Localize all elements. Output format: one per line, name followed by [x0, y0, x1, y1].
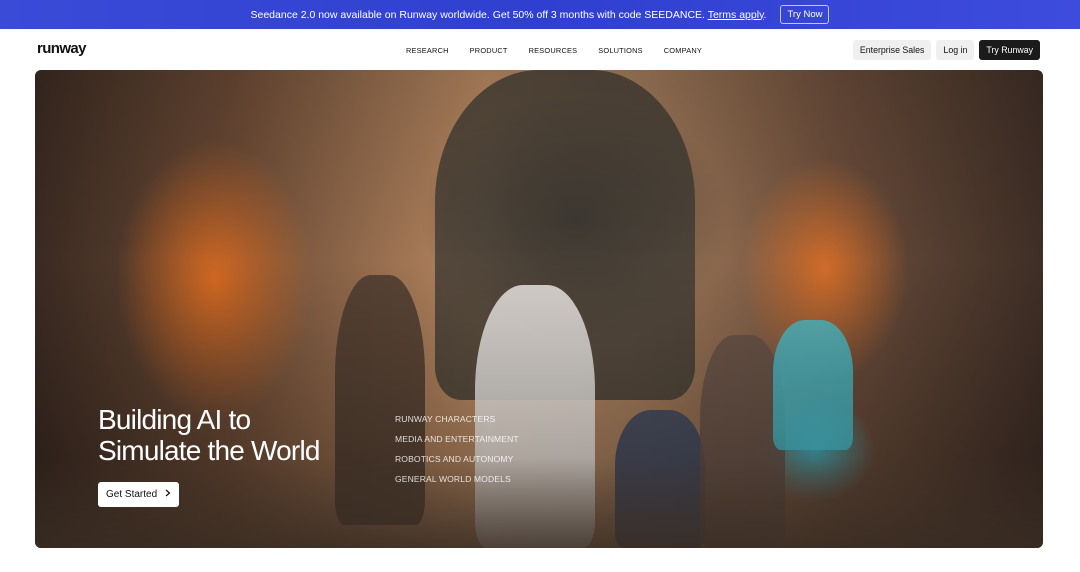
hero-links: RUNWAY CHARACTERS MEDIA AND ENTERTAINMEN…	[395, 414, 519, 484]
menu-item-solutions[interactable]: SOLUTIONS	[598, 46, 643, 55]
main-menu: RESEARCH PRODUCT RESOURCES SOLUTIONS COM…	[406, 46, 702, 55]
menu-item-resources[interactable]: RESOURCES	[529, 46, 578, 55]
headline-line-2: Simulate the World	[98, 435, 320, 466]
link-robotics-autonomy[interactable]: ROBOTICS AND AUTONOMY	[395, 454, 519, 464]
link-runway-characters[interactable]: RUNWAY CHARACTERS	[395, 414, 519, 424]
announcement-bar: Seedance 2.0 now available on Runway wor…	[0, 0, 1080, 29]
link-media-entertainment[interactable]: MEDIA AND ENTERTAINMENT	[395, 434, 519, 444]
get-started-label: Get Started	[106, 489, 158, 500]
top-nav: runway RESEARCH PRODUCT RESOURCES SOLUTI…	[0, 29, 1080, 70]
announcement-text: Seedance 2.0 now available on Runway wor…	[250, 8, 705, 21]
chevron-right-icon	[165, 489, 171, 500]
link-general-world-models[interactable]: GENERAL WORLD MODELS	[395, 474, 519, 484]
hero-shade	[35, 70, 1043, 548]
announcement-message: Seedance 2.0 now available on Runway wor…	[251, 9, 767, 21]
headline-line-1: Building AI to	[98, 404, 251, 435]
menu-item-company[interactable]: COMPANY	[664, 46, 702, 55]
terms-link[interactable]: Terms apply	[708, 9, 764, 21]
enterprise-sales-button[interactable]: Enterprise Sales	[852, 40, 932, 60]
try-now-button[interactable]: Try Now	[780, 5, 830, 24]
menu-item-product[interactable]: PRODUCT	[470, 46, 508, 55]
hero-image: Building AI to Simulate the World Get St…	[35, 70, 1043, 548]
login-button[interactable]: Log in	[936, 40, 975, 60]
runway-logo[interactable]: runway	[37, 40, 87, 57]
nav-actions: Enterprise Sales Log in Try Runway	[852, 40, 1040, 60]
get-started-button[interactable]: Get Started	[98, 482, 180, 507]
hero-headline: Building AI to Simulate the World	[98, 404, 320, 466]
terms-suffix: .	[763, 8, 767, 21]
menu-item-research[interactable]: RESEARCH	[406, 46, 449, 55]
try-runway-button[interactable]: Try Runway	[979, 40, 1040, 60]
